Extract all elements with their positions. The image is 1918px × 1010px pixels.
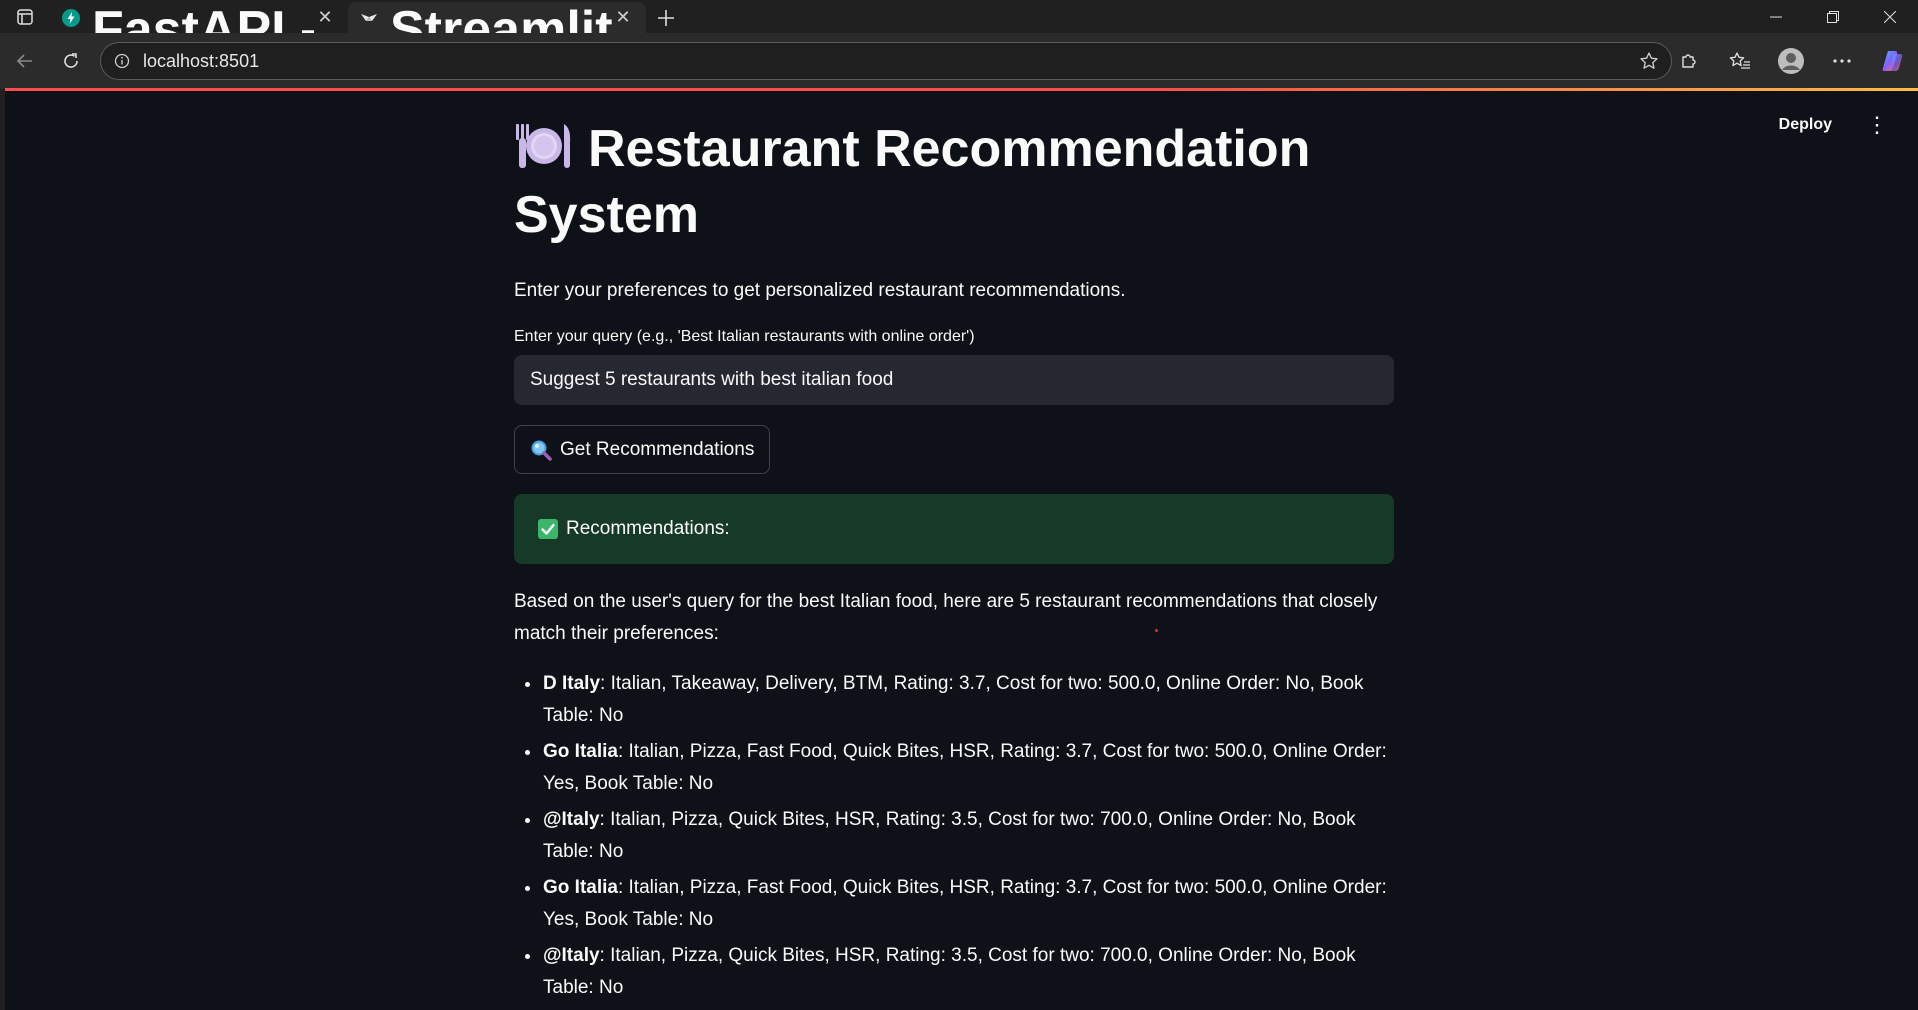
deploy-button[interactable]: Deploy	[1769, 108, 1842, 142]
copilot-button[interactable]	[1867, 38, 1918, 84]
address-bar[interactable]: localhost:8501	[100, 42, 1672, 80]
close-tab-icon[interactable]: ✕	[314, 7, 336, 28]
query-input[interactable]: Suggest 5 restaurants with best italian …	[514, 355, 1394, 405]
restaurant-name: @Italy	[543, 809, 600, 830]
restore-button[interactable]	[1804, 0, 1861, 33]
restaurant-details: : Italian, Takeaway, Delivery, BTM, Rati…	[543, 673, 1364, 726]
streamlit-icon	[360, 9, 378, 27]
url-text[interactable]: localhost:8501	[143, 51, 1627, 72]
restaurant-name: D Italy	[543, 673, 601, 694]
reload-button[interactable]	[48, 38, 94, 84]
restaurant-details: : Italian, Pizza, Fast Food, Quick Bites…	[543, 741, 1387, 794]
puzzle-icon	[1681, 54, 1696, 68]
query-input-value: Suggest 5 restaurants with best italian …	[530, 369, 894, 390]
restaurant-name: Go Italia	[543, 877, 618, 898]
list-item: @Italy: Italian, Pizza, Quick Bites, HSR…	[542, 804, 1394, 868]
tab-streamlit[interactable]: Streamlit ✕	[348, 1, 646, 59]
plus-icon	[658, 9, 674, 26]
fastapi-icon	[62, 8, 80, 27]
main-menu-icon[interactable]: ⋮	[1866, 114, 1888, 136]
favorites-list-icon	[1729, 52, 1750, 69]
copilot-icon	[1882, 51, 1902, 71]
success-text: Recommendations:	[566, 518, 730, 539]
list-item: Go Italia: Italian, Pizza, Fast Food, Qu…	[542, 872, 1394, 936]
list-item: @Italy: Italian, Pizza, Quick Bites, HSR…	[542, 940, 1394, 1004]
main-content: Restaurant Recommendation System Enter y…	[514, 91, 1394, 1008]
button-label: Get Recommendations	[560, 438, 755, 460]
list-item: Go Italia: Italian, Pizza, Fast Food, Qu…	[542, 736, 1394, 800]
intro-text: Enter your preferences to get personaliz…	[514, 280, 1126, 301]
restore-icon	[1826, 10, 1839, 23]
avatar-icon	[1777, 48, 1804, 74]
more-horizontal-icon	[1832, 59, 1851, 63]
app-header: Deploy ⋮	[1769, 108, 1888, 142]
minimize-button[interactable]	[1747, 0, 1804, 33]
arrow-left-icon	[16, 54, 32, 68]
tab-actions-icon	[17, 8, 33, 25]
extensions-button[interactable]	[1663, 38, 1714, 84]
window-controls	[1747, 0, 1918, 33]
minimize-icon	[1769, 16, 1782, 17]
plate-cutlery-icon	[514, 120, 572, 170]
favorites-button[interactable]	[1714, 38, 1765, 84]
restaurant-details: : Italian, Pizza, Quick Bites, HSR, Rati…	[543, 809, 1356, 862]
new-tab-button[interactable]	[646, 2, 686, 33]
site-info-icon[interactable]	[101, 53, 143, 69]
close-tab-icon[interactable]: ✕	[612, 7, 634, 28]
back-button[interactable]	[2, 38, 48, 84]
close-window-button[interactable]	[1861, 0, 1918, 33]
success-alert: Recommendations:	[514, 494, 1394, 564]
settings-more-button[interactable]	[1816, 38, 1867, 84]
list-item: D Italy: Italian, Takeaway, Delivery, BT…	[542, 668, 1394, 732]
toolbar-right	[1663, 33, 1918, 89]
tab-bar: FastAPI - Swagger UI ✕ Streamlit ✕	[0, 0, 1918, 59]
close-icon	[1883, 10, 1896, 23]
streamlit-app: Deploy ⋮ Restaurant Recommendation Syste…	[5, 91, 1918, 1010]
reload-icon	[64, 53, 78, 68]
check-box-icon	[538, 519, 558, 539]
get-recommendations-button[interactable]: Get Recommendations	[514, 425, 771, 474]
browser-toolbar: localhost:8501	[0, 33, 1918, 89]
tab-actions-button[interactable]	[0, 0, 50, 33]
magnifier-icon	[530, 438, 554, 462]
red-dot-artifact	[1155, 629, 1158, 632]
title-text: Restaurant Recommendation System	[514, 120, 1311, 244]
recommendation-list: D Italy: Italian, Takeaway, Delivery, BT…	[514, 668, 1394, 1004]
restaurant-details: : Italian, Pizza, Quick Bites, HSR, Rati…	[543, 945, 1356, 998]
tab-fastapi[interactable]: FastAPI - Swagger UI ✕	[50, 1, 348, 59]
restaurant-details: : Italian, Pizza, Fast Food, Quick Bites…	[543, 877, 1387, 930]
query-label: Enter your query (e.g., 'Best Italian re…	[514, 328, 975, 345]
page-title: Restaurant Recommendation System	[514, 116, 1394, 248]
restaurant-name: @Italy	[543, 945, 600, 966]
profile-button[interactable]	[1765, 38, 1816, 84]
response-intro: Based on the user's query for the best I…	[514, 591, 1378, 644]
restaurant-name: Go Italia	[543, 741, 618, 762]
